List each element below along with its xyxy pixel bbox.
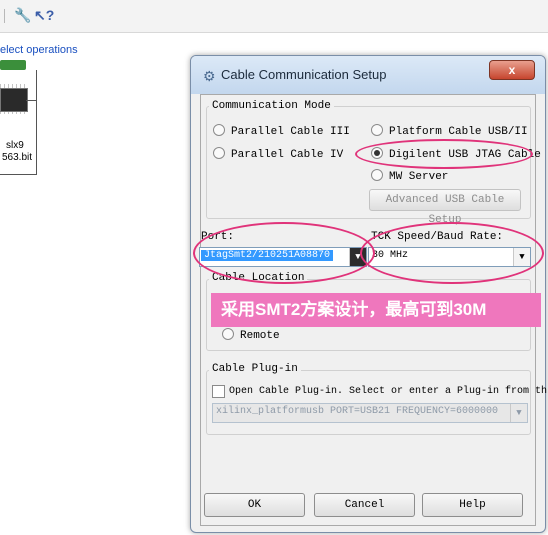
device-name: slx9 — [6, 140, 24, 151]
chevron-down-icon[interactable]: ▼ — [510, 404, 527, 422]
help-pointer-icon[interactable]: ↖? — [34, 7, 54, 23]
wrench-icon[interactable]: 🔧 — [14, 7, 31, 23]
annotation-banner: 采用SMT2方案设计，最高可到30M — [211, 293, 541, 327]
radio-button[interactable] — [371, 169, 383, 181]
cancel-button[interactable]: Cancel — [314, 493, 415, 517]
radio-button[interactable] — [213, 124, 225, 136]
operations-label: elect operations — [0, 44, 78, 56]
dialog-title: Cable Communication Setup — [221, 67, 387, 82]
radio-remote[interactable]: Remote — [222, 328, 280, 343]
toolbar-separator — [4, 9, 5, 23]
open-plugin-checkbox[interactable] — [212, 385, 225, 398]
radio-label: Platform Cable USB/II — [389, 126, 528, 138]
communication-mode-legend: Communication Mode — [209, 100, 334, 112]
radio-label: Remote — [240, 330, 280, 342]
radio-platform-cable-usb[interactable]: Platform Cable USB/II — [371, 124, 528, 139]
fpga-chip-icon[interactable] — [0, 88, 28, 112]
plugin-select[interactable]: xilinx_platformusb PORT=USB21 FREQUENCY=… — [212, 403, 528, 423]
cable-plugin-legend: Cable Plug-in — [209, 363, 301, 375]
ok-button[interactable]: OK — [204, 493, 305, 517]
toolbar: 🔧 ↖? — [0, 0, 548, 33]
jtag-wire — [0, 174, 37, 175]
radio-label: Parallel Cable IV — [231, 149, 344, 161]
highlight-ring — [193, 222, 375, 284]
bit-file-name: 563.bit — [2, 152, 33, 163]
radio-button[interactable] — [371, 124, 383, 136]
cable-icon: ⚙ — [203, 68, 216, 84]
radio-label: Parallel Cable III — [231, 126, 350, 138]
radio-label: MW Server — [389, 171, 449, 183]
open-plugin-label: Open Cable Plug-in. Select or enter a Pl… — [229, 386, 548, 397]
jtag-wire — [36, 70, 37, 174]
dialog-titlebar[interactable]: ⚙ Cable Communication Setup x — [191, 56, 545, 94]
radio-parallel-cable-iv[interactable]: Parallel Cable IV — [213, 147, 343, 162]
radio-button[interactable] — [222, 328, 234, 340]
radio-mw-server[interactable]: MW Server — [371, 169, 448, 184]
close-button[interactable]: x — [489, 60, 535, 80]
advanced-usb-cable-setup-button[interactable]: Advanced USB Cable Setup — [369, 189, 521, 226]
highlight-ring — [360, 222, 544, 284]
chip-icon — [0, 60, 26, 70]
help-button[interactable]: Help — [422, 493, 523, 517]
plugin-value: xilinx_platformusb PORT=USB21 FREQUENCY=… — [216, 406, 499, 417]
highlight-ring — [355, 139, 533, 169]
radio-button[interactable] — [213, 147, 225, 159]
radio-parallel-cable-iii[interactable]: Parallel Cable III — [213, 124, 350, 139]
